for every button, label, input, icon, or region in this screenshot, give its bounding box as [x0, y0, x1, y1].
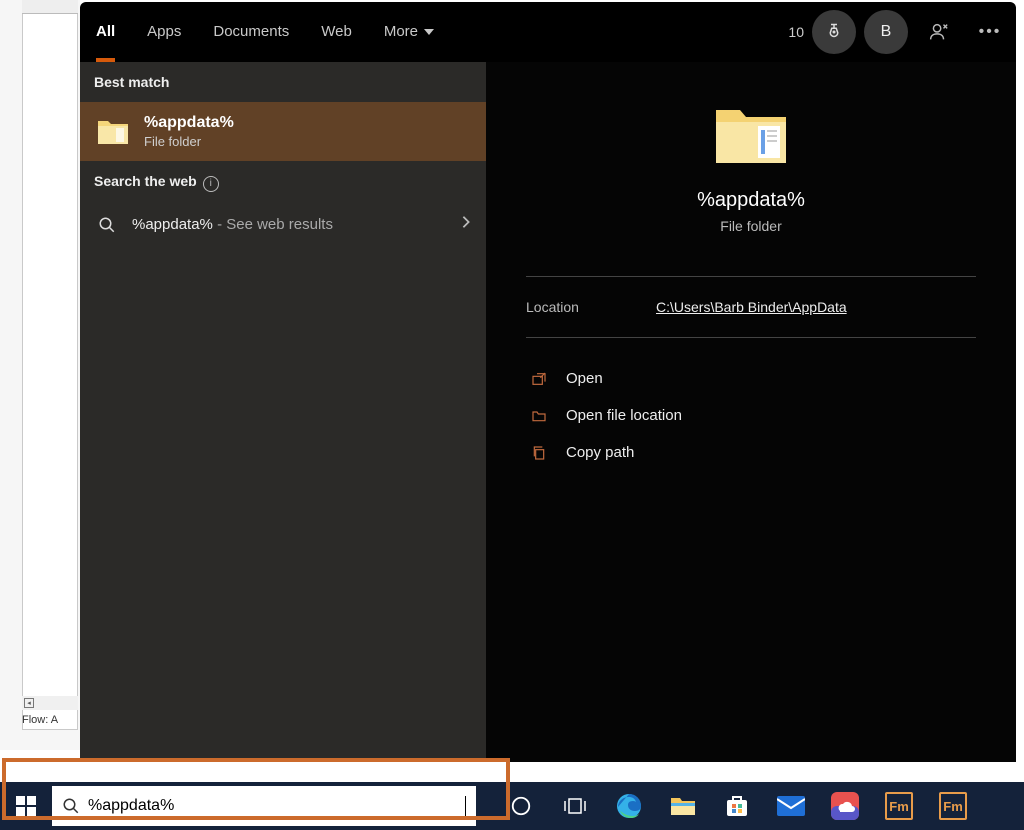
info-icon[interactable]: i: [203, 176, 219, 192]
start-search-panel: All Apps Documents Web More 10 B ••• Bes…: [80, 2, 1016, 762]
taskbar-search-input[interactable]: [88, 797, 457, 815]
search-filter-tabs: All Apps Documents Web More 10 B •••: [80, 2, 1016, 62]
preview-column: %appdata% File folder Location C:\Users\…: [486, 62, 1016, 762]
open-location-icon: [530, 408, 548, 424]
taskbar-explorer-icon[interactable]: [668, 791, 698, 821]
taskbar-creative-cloud-icon[interactable]: [830, 791, 860, 821]
web-suffix: - See web results: [213, 216, 333, 233]
bg-scrollbar[interactable]: ◂: [22, 696, 78, 710]
folder-icon: [96, 117, 130, 147]
taskbar-store-icon[interactable]: [722, 791, 752, 821]
tab-web[interactable]: Web: [305, 2, 368, 62]
location-label: Location: [526, 299, 656, 315]
open-icon: [530, 371, 548, 387]
result-type: File folder: [144, 134, 234, 149]
chevron-right-icon: [460, 215, 472, 234]
windows-icon: [16, 796, 36, 816]
action-open-location-label: Open file location: [566, 407, 682, 424]
taskbar-mail-icon[interactable]: [776, 791, 806, 821]
copy-icon: [530, 445, 548, 461]
web-result[interactable]: %appdata% - See web results: [80, 204, 486, 246]
taskbar-search[interactable]: [52, 786, 476, 826]
tab-apps[interactable]: Apps: [131, 2, 197, 62]
action-open[interactable]: Open: [526, 360, 976, 397]
taskbar-taskview-icon[interactable]: [560, 791, 590, 821]
rewards-points: 10: [788, 24, 804, 40]
background-app: ◂ Flow: A: [0, 0, 80, 750]
best-match-header: Best match: [80, 62, 486, 102]
location-link[interactable]: C:\Users\Barb Binder\AppData: [656, 299, 847, 315]
web-query: %appdata%: [132, 216, 213, 233]
taskbar-framemaker-icon[interactable]: Fm: [884, 791, 914, 821]
feedback-icon[interactable]: [916, 10, 960, 54]
chevron-down-icon: [424, 29, 434, 35]
taskbar: Fm Fm: [0, 782, 1024, 830]
text-cursor: [465, 796, 466, 816]
tab-documents[interactable]: Documents: [197, 2, 305, 62]
best-match-result[interactable]: %appdata% File folder: [80, 102, 486, 161]
taskbar-framemaker2-icon[interactable]: Fm: [938, 791, 968, 821]
result-name: %appdata%: [144, 114, 234, 132]
tab-more-label: More: [384, 23, 418, 40]
bg-status-flow: Flow: A: [22, 714, 58, 726]
taskbar-cortana-icon[interactable]: [506, 791, 536, 821]
more-options-icon[interactable]: •••: [968, 10, 1012, 54]
folder-large-icon: [712, 102, 790, 168]
action-copy-path[interactable]: Copy path: [526, 434, 976, 471]
start-button[interactable]: [0, 782, 52, 830]
action-open-location[interactable]: Open file location: [526, 397, 976, 434]
search-icon: [96, 216, 118, 234]
action-open-label: Open: [566, 370, 603, 387]
user-avatar[interactable]: B: [864, 10, 908, 54]
search-icon: [62, 797, 80, 815]
results-column: Best match %appdata% File folder Search …: [80, 62, 486, 762]
detail-title: %appdata%: [526, 189, 976, 212]
taskbar-edge-icon[interactable]: [614, 791, 644, 821]
tab-all[interactable]: All: [80, 2, 131, 62]
rewards-badge-icon[interactable]: [812, 10, 856, 54]
search-web-header: Search the webi: [80, 161, 486, 204]
detail-type: File folder: [526, 218, 976, 234]
action-copy-path-label: Copy path: [566, 444, 634, 461]
tab-more[interactable]: More: [368, 2, 450, 62]
